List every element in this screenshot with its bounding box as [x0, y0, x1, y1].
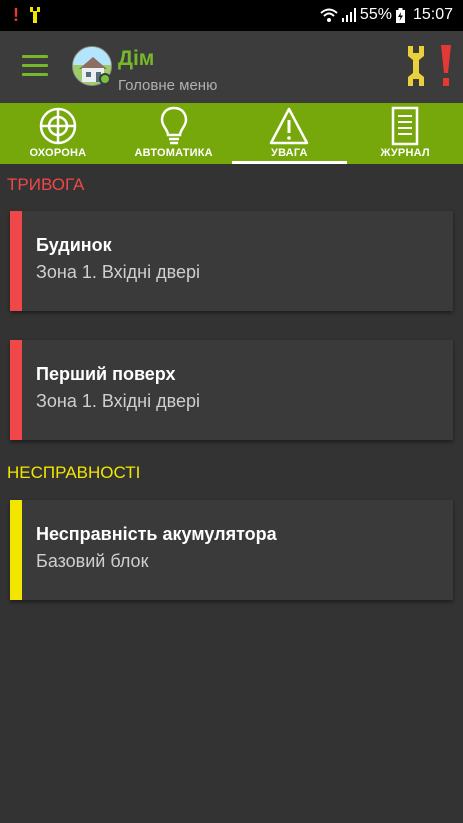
- tab-security[interactable]: ОХОРОНА: [0, 103, 116, 164]
- card-title: Перший поверх: [36, 364, 176, 384]
- alarm-card[interactable]: Перший поверх Зона 1. Вхідні двері: [10, 340, 453, 440]
- page-subtitle: Головне меню: [118, 77, 218, 94]
- tools-icon: [30, 7, 40, 23]
- card-title: Будинок: [36, 235, 112, 255]
- shield-cross-icon: [39, 107, 77, 145]
- battery-percent: 55%: [359, 6, 392, 23]
- alert-icon[interactable]: [440, 45, 452, 87]
- alarm-stripe: [10, 340, 22, 440]
- card-subtitle: Зона 1. Вхідні двері: [36, 262, 200, 282]
- card-subtitle: Зона 1. Вхідні двері: [36, 391, 200, 411]
- hamburger-menu-icon[interactable]: [22, 55, 48, 77]
- card-subtitle: Базовий блок: [36, 551, 149, 571]
- clock: 15:07: [412, 6, 453, 23]
- tab-label: ОХОРОНА: [29, 147, 87, 159]
- section-title-alarm: ТРИВОГА: [7, 175, 85, 194]
- exclamation-icon: !: [13, 5, 19, 25]
- alarm-card[interactable]: Будинок Зона 1. Вхідні двері: [10, 211, 453, 311]
- lightbulb-icon: [160, 106, 187, 145]
- tab-bar: ОХОРОНА АВТОМАТИКА УВАГА ЖУРНАЛ: [0, 103, 463, 164]
- fault-stripe: [10, 500, 22, 600]
- tab-label: УВАГА: [271, 147, 308, 159]
- app-bar: Дім Головне меню: [0, 31, 463, 103]
- wrench-icon[interactable]: [405, 46, 427, 86]
- page-title: Дім: [118, 47, 155, 70]
- tab-label: ЖУРНАЛ: [380, 147, 430, 159]
- battery-charging-icon: [395, 7, 405, 23]
- signal-icon: [341, 8, 356, 22]
- card-title: Несправність акумулятора: [36, 524, 277, 544]
- alarm-stripe: [10, 211, 22, 311]
- section-title-faults: НЕСПРАВНОСТІ: [7, 463, 141, 482]
- wifi-icon: [320, 8, 338, 22]
- status-bar: ! 55% 15:07: [0, 0, 463, 31]
- document-icon: [391, 106, 419, 146]
- tab-journal[interactable]: ЖУРНАЛ: [347, 103, 463, 164]
- fault-card[interactable]: Несправність акумулятора Базовий блок: [10, 500, 453, 600]
- tab-warning[interactable]: УВАГА: [231, 103, 348, 164]
- online-status-dot: [99, 73, 111, 85]
- tab-automation[interactable]: АВТОМАТИКА: [116, 103, 232, 164]
- warning-triangle-icon: [270, 107, 309, 145]
- tab-label: АВТОМАТИКА: [134, 147, 213, 159]
